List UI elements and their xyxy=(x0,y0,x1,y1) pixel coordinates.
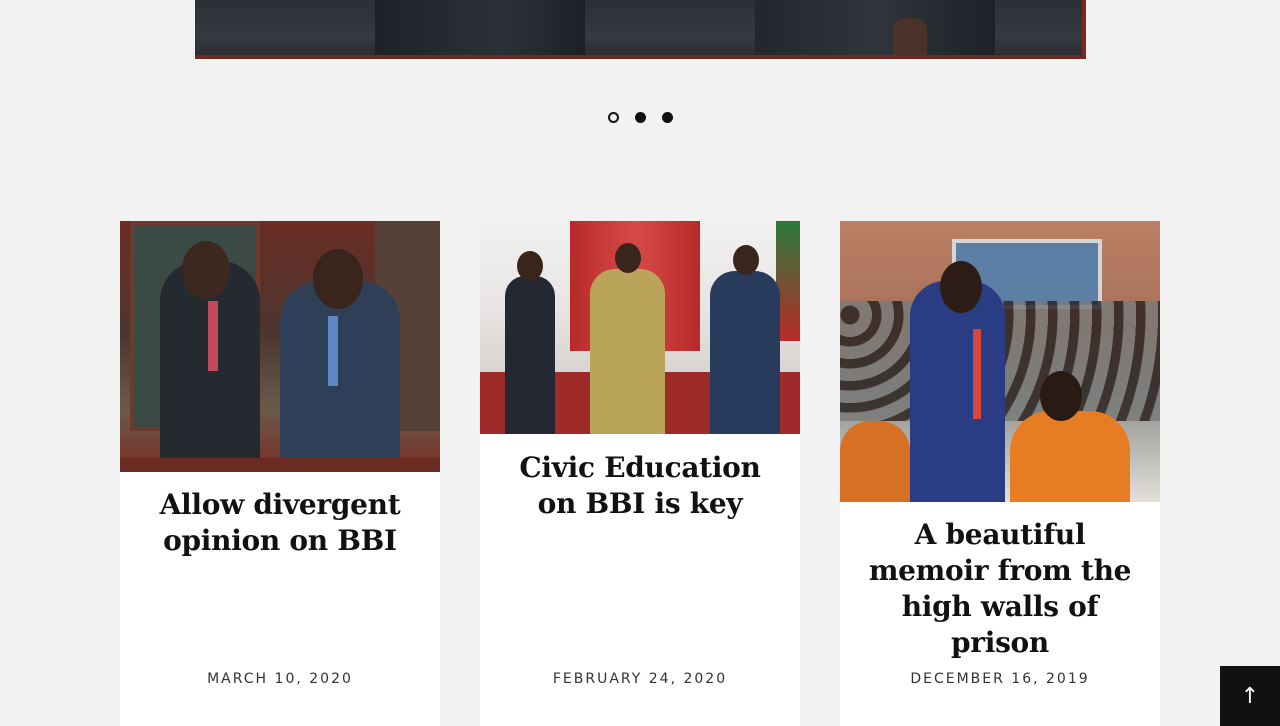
post-title-3[interactable]: A beautiful memoir from the high walls o… xyxy=(860,517,1140,661)
slider-figure-right xyxy=(755,0,995,59)
slider-edge xyxy=(1082,0,1086,59)
image-head-1 xyxy=(517,251,543,281)
post-title-2[interactable]: Civic Education on BBI is key xyxy=(500,450,780,522)
image-tie-left xyxy=(208,301,218,371)
image-man-tie xyxy=(973,329,981,419)
post-title-1[interactable]: Allow divergent opinion on BBI xyxy=(140,487,420,559)
image-tie-right xyxy=(328,316,338,386)
slider-image xyxy=(195,0,1086,59)
slider-dot-1[interactable] xyxy=(607,112,619,123)
post-card-3[interactable]: A beautiful memoir from the high walls o… xyxy=(840,221,1160,726)
image-head-right xyxy=(313,249,363,309)
image-woman-right xyxy=(1010,411,1130,502)
image-person-1 xyxy=(505,276,555,434)
post-image-3[interactable] xyxy=(840,221,1160,502)
slider-floor xyxy=(195,55,1086,59)
back-to-top-button[interactable]: ↑ xyxy=(1220,666,1280,726)
slider-dot-2[interactable] xyxy=(634,112,646,123)
slider-dot-3[interactable] xyxy=(661,112,673,123)
post-date-2: FEBRUARY 24, 2020 xyxy=(552,671,728,687)
image-person-3 xyxy=(710,271,780,434)
slider-hand xyxy=(893,18,927,59)
slider-pagination xyxy=(0,112,1280,123)
image-person-2 xyxy=(590,269,665,434)
post-image-1[interactable] xyxy=(120,221,440,472)
image-head-3 xyxy=(733,245,759,275)
post-date-3: DECEMBER 16, 2019 xyxy=(910,671,1090,687)
image-man-head xyxy=(940,261,982,313)
image-man xyxy=(910,281,1005,502)
post-card-1[interactable]: Allow divergent opinion on BBI MARCH 10,… xyxy=(120,221,440,726)
post-image-2[interactable] xyxy=(480,221,800,434)
image-person-right xyxy=(280,281,400,472)
arrow-up-icon: ↑ xyxy=(1240,683,1260,709)
image-woman-head xyxy=(1040,371,1082,421)
slider-figure-left xyxy=(375,0,585,59)
post-card-2[interactable]: Civic Education on BBI is key FEBRUARY 2… xyxy=(480,221,800,726)
image-head-2 xyxy=(615,243,641,273)
post-date-1: MARCH 10, 2020 xyxy=(207,671,353,687)
image-head-left xyxy=(182,241,230,299)
image-woman-left xyxy=(840,421,910,502)
image-ground xyxy=(120,458,440,472)
